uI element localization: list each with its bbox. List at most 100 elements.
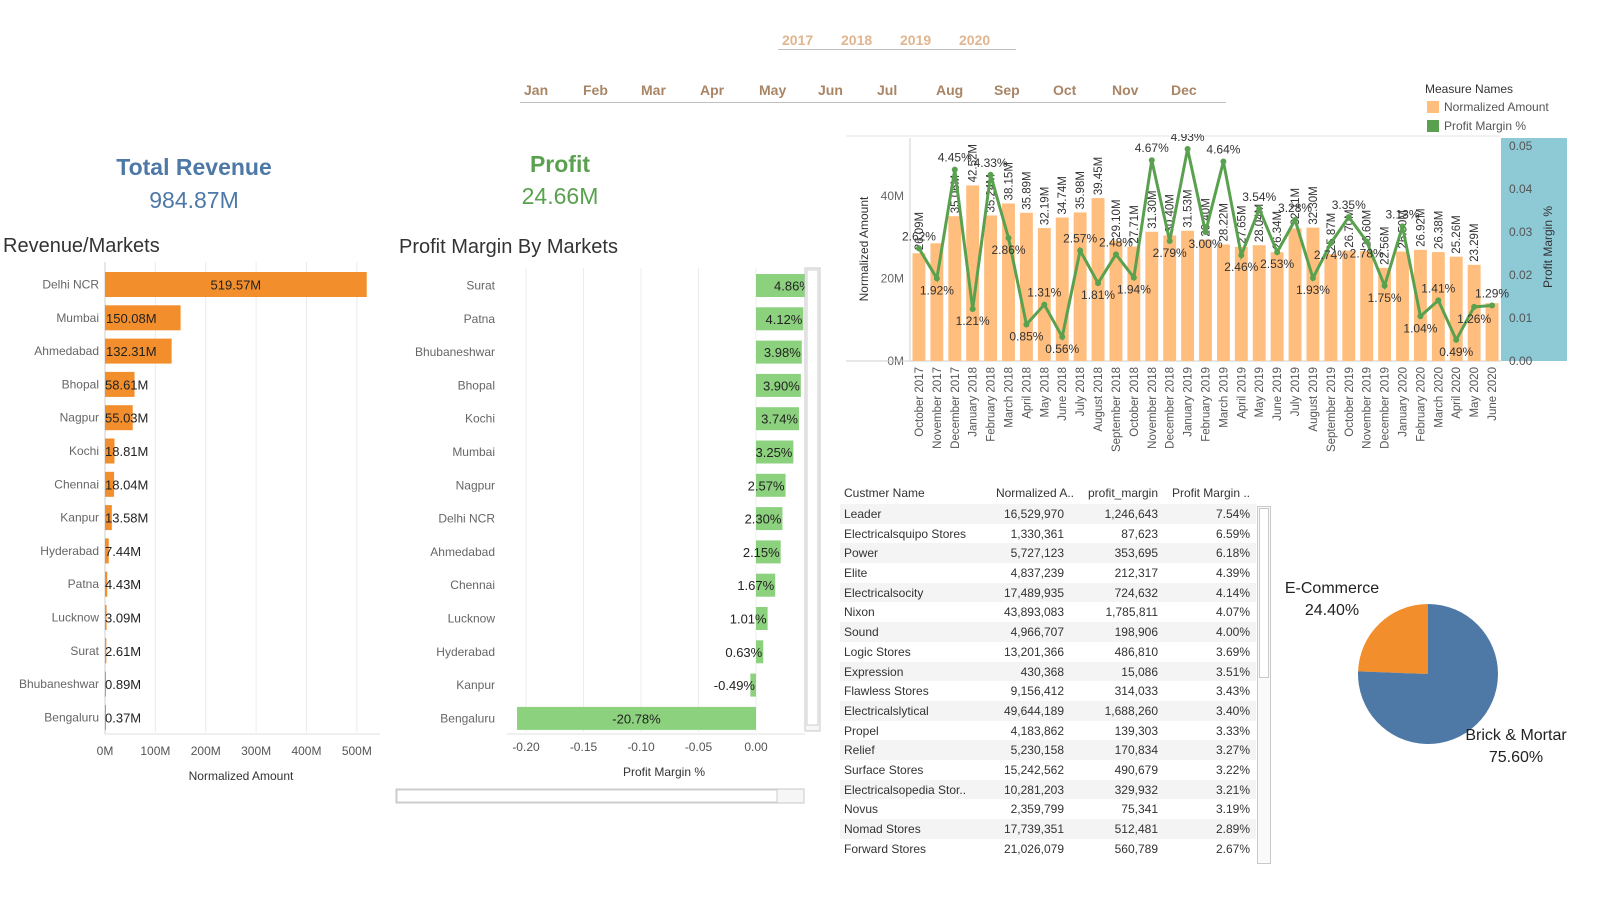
col-header-customer[interactable]: Custmer Name <box>844 486 925 500</box>
table-cell: 3.51% <box>1215 664 1250 679</box>
x-tick-label: February 2020 <box>1415 367 1427 442</box>
profit-margin-point[interactable] <box>1274 249 1281 256</box>
table-row[interactable]: Leader 16,529,970 1,246,643 7.54% <box>840 504 1256 524</box>
table-row[interactable]: Electricalsopedia Stor.. 10,281,203 329,93… <box>840 779 1256 800</box>
table-row[interactable]: Surface Stores 15,242,562 490,679 3.22% <box>840 760 1256 780</box>
amount-bar[interactable] <box>1091 198 1105 361</box>
profit-margin-point[interactable] <box>1202 229 1209 235</box>
month-filter-apr[interactable]: Apr <box>700 82 724 98</box>
amount-bar[interactable] <box>912 253 926 361</box>
year-filter-2020[interactable]: 2020 <box>959 32 990 48</box>
profit-margin-point[interactable] <box>951 166 958 173</box>
table-row[interactable]: Elite 4,837,239 212,317 4.39% <box>840 563 1256 583</box>
profit-margin-point[interactable] <box>1345 213 1352 220</box>
profit-margin-point[interactable] <box>1023 321 1030 328</box>
profit-margin-point[interactable] <box>915 245 922 252</box>
table-row[interactable]: Sound 4,966,707 198,906 4.00% <box>840 622 1256 642</box>
table-cell: 430,368 <box>1020 664 1064 679</box>
amount-bar[interactable] <box>984 215 998 361</box>
month-filter-oct[interactable]: Oct <box>1053 82 1076 98</box>
amount-bar[interactable] <box>930 243 944 361</box>
profit-margin-point[interactable] <box>1309 275 1316 282</box>
table-row[interactable]: Electricalsocity 17,489,935 724,632 4.14% <box>840 582 1256 603</box>
month-filter-jul[interactable]: Jul <box>877 82 897 98</box>
profit-margin-point[interactable] <box>969 305 976 312</box>
profit-margin-point[interactable] <box>933 275 940 282</box>
year-filter-underline <box>778 49 1016 50</box>
category-label: Delhi NCR <box>42 278 99 292</box>
profit-margin-point[interactable] <box>1471 303 1478 310</box>
category-label: Nagpur <box>60 411 99 425</box>
table-row[interactable]: Flawless Stores 9,156,412 314,033 3.43% <box>840 681 1256 701</box>
year-filter-2019[interactable]: 2019 <box>900 32 931 48</box>
col-header-profit-margin-pct[interactable]: Profit Margin .. <box>1172 486 1250 500</box>
pm-vscrollbar-thumb[interactable] <box>806 269 819 726</box>
amount-bar[interactable] <box>1413 249 1427 361</box>
month-filter-may[interactable]: May <box>759 82 786 98</box>
profit-margin-point[interactable] <box>1112 251 1119 258</box>
month-filter-jun[interactable]: Jun <box>818 82 843 98</box>
table-cell: 43,893,083 <box>1003 605 1064 620</box>
profit-margin-point[interactable] <box>1327 240 1334 247</box>
bar-value-label: 0.89M <box>105 677 141 692</box>
profit-margin-point[interactable] <box>1399 223 1406 230</box>
profit-margin-point[interactable] <box>1363 238 1370 245</box>
legend-label-profit-margin: Profit Margin % <box>1444 119 1527 133</box>
legend-item-profit-margin[interactable]: Profit Margin % <box>1427 119 1526 133</box>
amount-bar[interactable] <box>1396 251 1409 361</box>
amount-bar[interactable] <box>1127 246 1141 361</box>
table-row[interactable]: Power 5,727,123 353,695 6.18% <box>840 543 1256 564</box>
profit-margin-label: 1.31% <box>1027 286 1061 300</box>
table-scrollbar-thumb[interactable] <box>1259 508 1269 678</box>
month-filter-aug[interactable]: Aug <box>936 82 963 98</box>
profit-margin-point[interactable] <box>1095 280 1102 287</box>
table-row[interactable]: Relief 5,230,158 170,834 3.27% <box>840 740 1256 760</box>
pm-hscrollbar-thumb[interactable] <box>396 789 778 803</box>
month-filter-feb[interactable]: Feb <box>583 82 608 98</box>
amount-bar[interactable] <box>1342 250 1356 361</box>
profit-margin-point[interactable] <box>1435 297 1442 304</box>
profit-margin-point[interactable] <box>1148 157 1155 164</box>
profit-margin-point[interactable] <box>1256 205 1263 212</box>
table-row[interactable]: Propel 4,183,862 139,303 3.33% <box>840 721 1256 741</box>
profit-margin-point[interactable] <box>1005 235 1012 242</box>
profit-margin-point[interactable] <box>1166 238 1173 245</box>
table-scrollbar[interactable] <box>1257 506 1271 864</box>
profit-margin-point[interactable] <box>1381 282 1388 289</box>
table-row[interactable]: Nixon 43,893,083 1,785,811 4.07% <box>840 602 1256 622</box>
year-filter-2018[interactable]: 2018 <box>841 32 872 48</box>
month-filter-mar[interactable]: Mar <box>641 82 666 98</box>
table-row[interactable]: Nomad Stores 17,739,351 512,481 2.89% <box>840 819 1256 839</box>
table-row[interactable]: Expression 430,368 15,086 3.51% <box>840 661 1256 682</box>
col-header-normalized[interactable]: Normalized A.. <box>996 486 1074 500</box>
month-filter-nov[interactable]: Nov <box>1112 82 1138 98</box>
month-filter-dec[interactable]: Dec <box>1171 82 1197 98</box>
month-filter-sep[interactable]: Sep <box>994 82 1020 98</box>
legend-item-normalized-amount[interactable]: Normalized Amount <box>1427 100 1549 114</box>
profit-margin-point[interactable] <box>1489 302 1496 309</box>
col-header-profit-margin-amt[interactable]: profit_margin <box>1088 486 1158 500</box>
month-filter-jan[interactable]: Jan <box>524 82 548 98</box>
profit-margin-point[interactable] <box>1292 216 1299 223</box>
table-row[interactable]: Novus 2,359,799 75,341 3.19% <box>840 799 1256 819</box>
year-filter-2017[interactable]: 2017 <box>782 32 813 48</box>
profit-margin-point[interactable] <box>1130 274 1137 281</box>
table-row[interactable]: Forward Stores 21,026,079 560,789 2.67% <box>840 839 1256 859</box>
table-row[interactable]: Logic Stores 13,201,366 486,810 3.69% <box>840 642 1256 662</box>
profit-margin-point[interactable] <box>987 171 994 178</box>
profit-margin-point[interactable] <box>1041 301 1048 308</box>
table-row[interactable]: Electricalslytical 49,644,189 1,688,260 3.4… <box>840 700 1256 721</box>
amount-bar[interactable] <box>1360 251 1374 361</box>
profit-margin-point[interactable] <box>1220 158 1227 165</box>
profit-margin-point[interactable] <box>1059 333 1066 340</box>
x-tick-label: 0M <box>97 744 114 758</box>
profit-margin-point[interactable] <box>1238 252 1245 259</box>
amount-bar[interactable] <box>1199 239 1212 361</box>
table-row[interactable]: Electricalsquipo Stores 1,330,361 87,623 6.… <box>840 524 1256 544</box>
customer-table: Custmer Name Normalized A.. profit_margi… <box>840 480 1256 858</box>
profit-margin-point[interactable] <box>1453 336 1460 343</box>
amount-bar[interactable] <box>1324 254 1338 361</box>
profit-margin-point[interactable] <box>1417 313 1424 320</box>
profit-margin-point[interactable] <box>1184 146 1191 153</box>
profit-margin-point[interactable] <box>1077 247 1084 254</box>
